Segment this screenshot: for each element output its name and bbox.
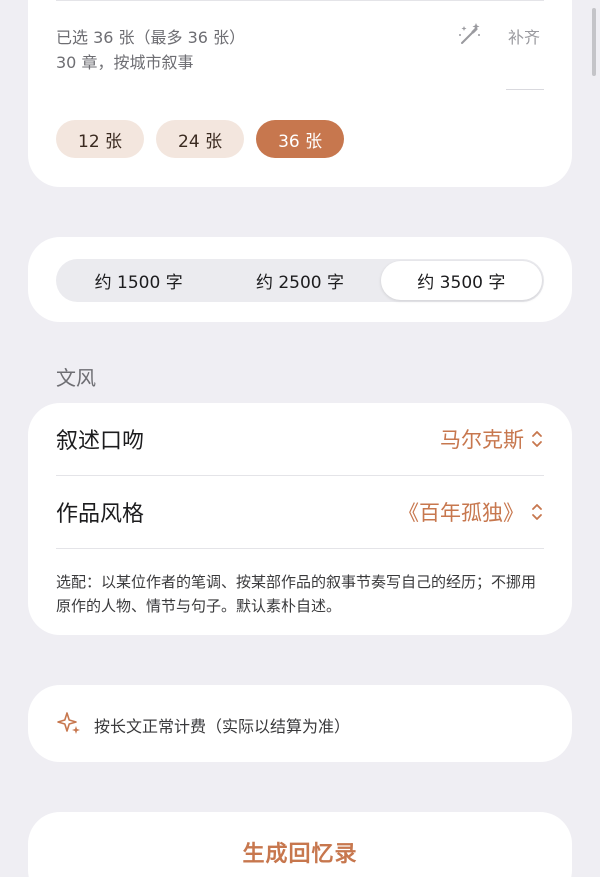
selected-count-text: 已选 36 张（最多 36 张）	[56, 28, 246, 47]
work-style-row[interactable]: 作品风格 《百年孤独》	[56, 476, 544, 548]
generate-button[interactable]: 生成回忆录	[28, 812, 572, 877]
segment-1500[interactable]: 约 1500 字	[58, 261, 219, 300]
magic-wand-icon[interactable]	[456, 22, 482, 48]
work-style-value: 《百年孤独》	[398, 501, 524, 525]
divider	[56, 0, 544, 1]
sparkle-icon	[57, 712, 80, 734]
chip-36[interactable]: 36 张	[256, 120, 345, 158]
generate-label: 生成回忆录	[242, 842, 358, 867]
word-count-segmented-control: 约 1500 字 约 2500 字 约 3500 字	[56, 259, 544, 302]
word-count-card: 约 1500 字 约 2500 字 约 3500 字	[28, 237, 572, 322]
billing-text: 按长文正常计费（实际以结算为准）	[94, 717, 351, 736]
scroll-indicator[interactable]	[592, 8, 596, 76]
fill-button[interactable]: 补齐	[508, 24, 540, 48]
segment-2500[interactable]: 约 2500 字	[219, 261, 380, 300]
narration-label: 叙述口吻	[56, 429, 145, 454]
chip-24[interactable]: 24 张	[156, 120, 245, 158]
chevron-up-down-icon	[532, 504, 542, 520]
memoir-settings-page: 已选 36 张（最多 36 张） 30 章，按城市叙事 补齐 12 张 24 张…	[0, 0, 600, 877]
narration-picker[interactable]: 马尔克斯	[440, 424, 544, 454]
work-style-picker[interactable]: 《百年孤独》	[398, 497, 544, 527]
style-card: 叙述口吻 马尔克斯 作品风格 《百年孤独》 选配：以某位作者的笔调、按某部作品的…	[28, 403, 572, 635]
narration-row[interactable]: 叙述口吻 马尔克斯	[56, 403, 544, 475]
divider	[56, 548, 544, 549]
billing-card: 按长文正常计费（实际以结算为准）	[28, 685, 572, 762]
style-note: 选配：以某位作者的笔调、按某部作品的叙事节奏写自己的经历；不挪用原作的人物、情节…	[56, 573, 537, 615]
segment-3500[interactable]: 约 3500 字	[380, 261, 542, 300]
chapters-text: 30 章，按城市叙事	[56, 53, 194, 72]
chip-12[interactable]: 12 张	[56, 120, 145, 158]
narration-value: 马尔克斯	[440, 428, 524, 452]
style-section-title: 文风	[56, 366, 96, 390]
chevron-up-down-icon	[532, 431, 542, 447]
fill-underline	[506, 89, 544, 90]
work-style-label: 作品风格	[56, 502, 145, 527]
photo-count-options: 12 张 24 张 36 张	[56, 120, 345, 158]
photo-count-card: 已选 36 张（最多 36 张） 30 章，按城市叙事 补齐 12 张 24 张…	[28, 0, 572, 187]
